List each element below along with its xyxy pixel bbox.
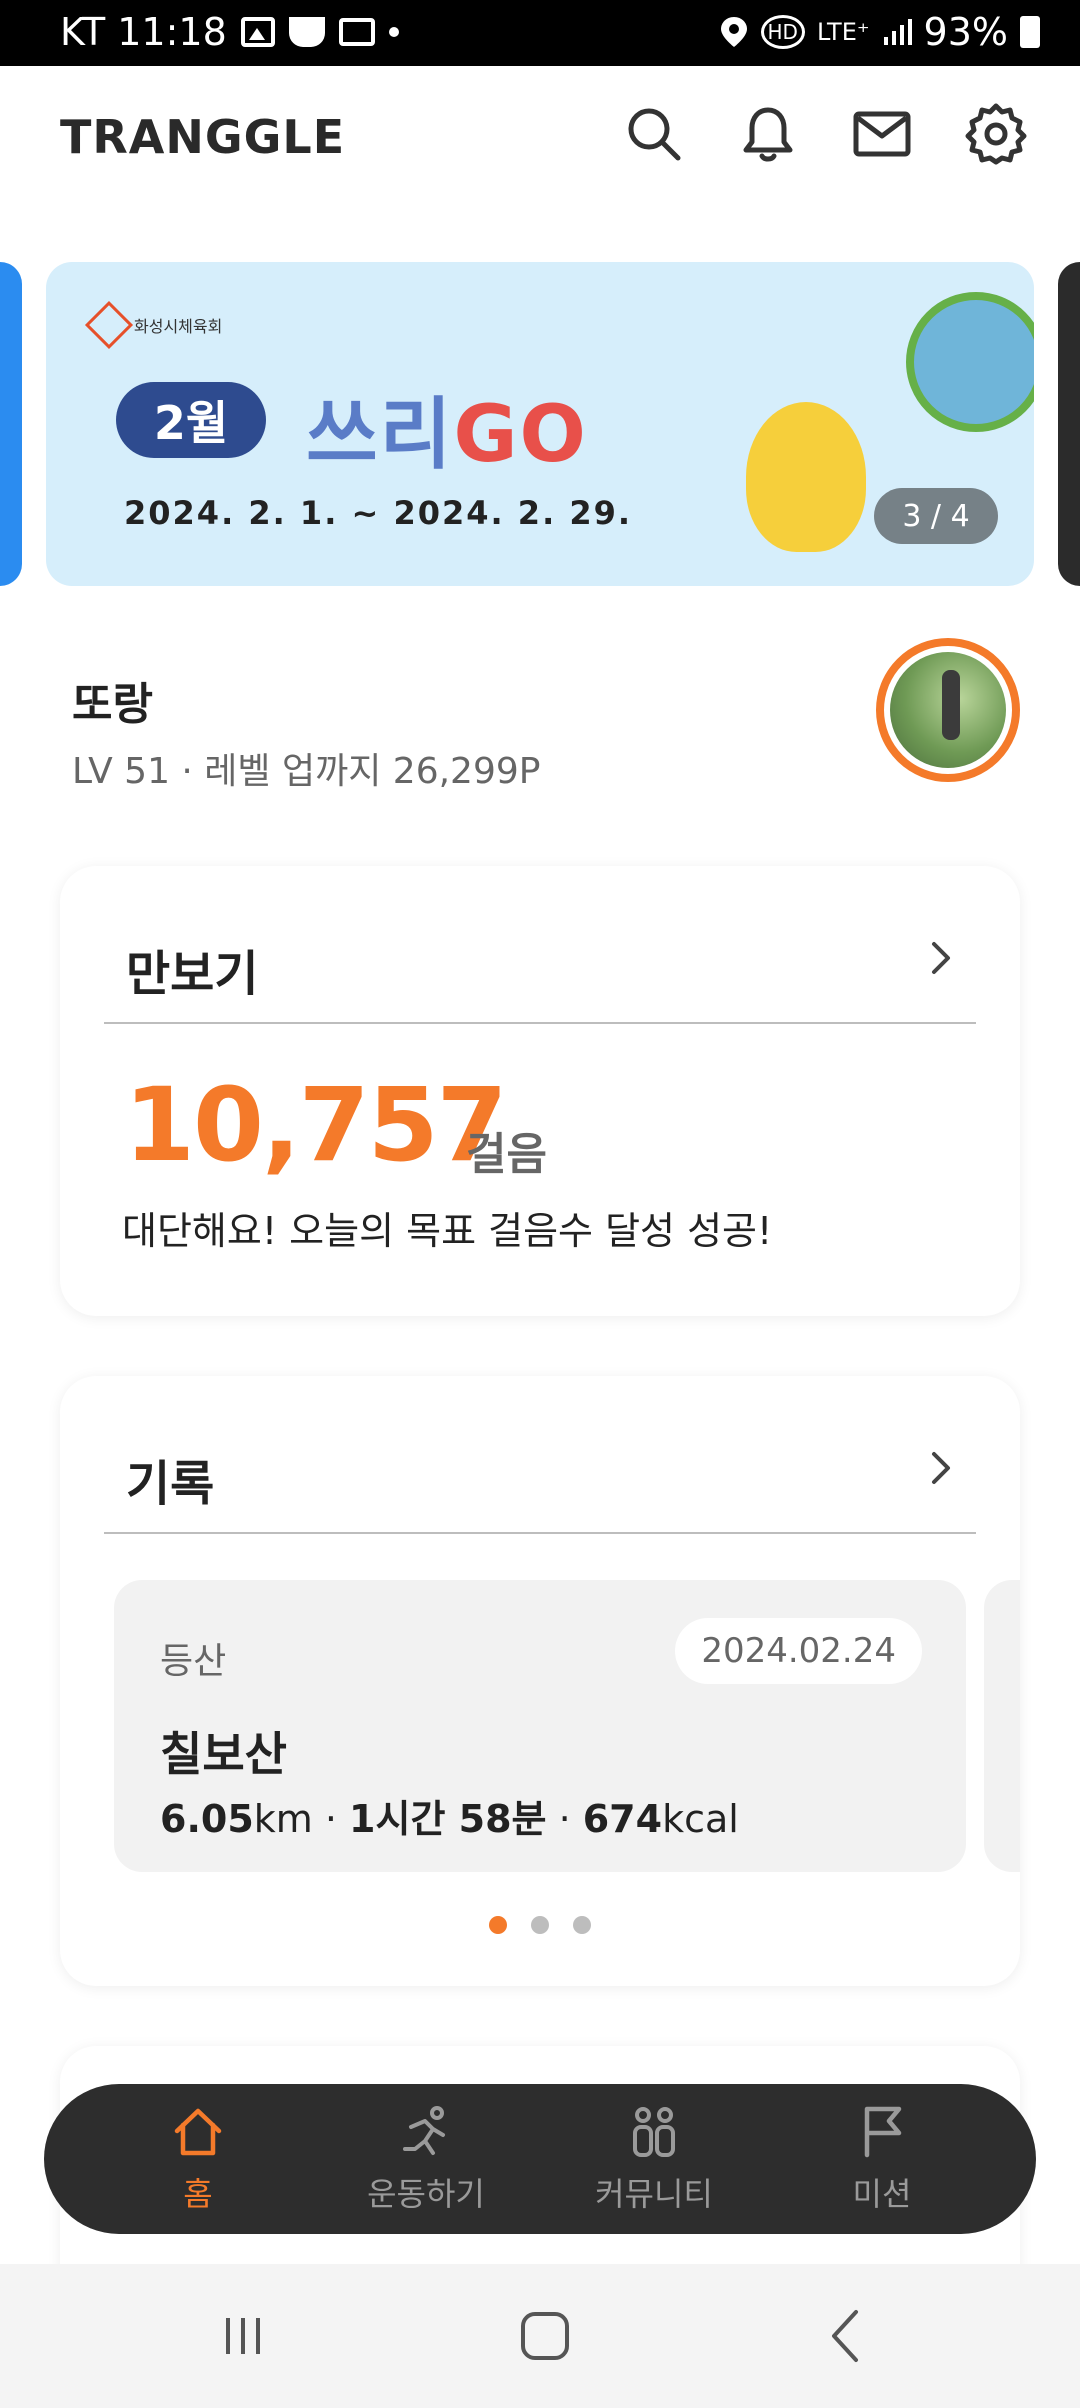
battery-percent: 93%	[923, 10, 1008, 54]
status-bar: KT 11:18 HD LTE⁺ 93%	[0, 0, 1080, 66]
organizer-logo-icon	[84, 300, 134, 350]
signal-icon	[883, 19, 912, 45]
banner-title: 쓰리GO	[306, 372, 588, 484]
banner-slide[interactable]: 화성시체육회 2월 쓰리GO 2024. 2. 1. ~ 2024. 2. 29…	[46, 262, 1034, 586]
cafe-notification-icon	[288, 17, 325, 47]
next-record-peek[interactable]	[984, 1580, 1020, 1872]
nav-home-label: 홈	[183, 2175, 213, 2213]
carrier-time: KT 11:18	[60, 10, 227, 54]
home-icon	[174, 2108, 222, 2156]
profile-level: LV 51 · 레벨 업까지 26,299P	[72, 751, 541, 792]
banner-counter: 3 / 4	[874, 488, 998, 544]
record-list-item[interactable]: 등산 2024.02.24 칠보산 6.05km · 1시간 58분 · 674…	[114, 1580, 966, 1872]
nav-home[interactable]: 홈	[108, 2094, 288, 2224]
banner-title-go: GO	[453, 390, 588, 480]
bottom-navigation: 홈 운동하기 커뮤니티 미션	[44, 2084, 1036, 2234]
mascot-illustration	[746, 402, 866, 552]
record-pagination	[60, 1916, 1020, 1934]
record-card[interactable]: 기록 등산 2024.02.24 칠보산 6.05km · 1시간 58분 · …	[60, 1376, 1020, 1986]
record-duration: 1시간 58분	[349, 1797, 547, 1841]
stat-separator: ·	[312, 1797, 350, 1841]
card-divider	[104, 1532, 976, 1534]
home-button-icon[interactable]	[510, 2304, 580, 2368]
community-icon	[633, 2107, 675, 2157]
record-calories-unit: kcal	[662, 1797, 739, 1841]
profile-name[interactable]: 또랑	[72, 668, 153, 732]
banner-carousel[interactable]: 화성시체육회 2월 쓰리GO 2024. 2. 1. ~ 2024. 2. 29…	[0, 262, 1080, 586]
running-icon	[403, 2106, 445, 2155]
nav-mission[interactable]: 미션	[792, 2094, 972, 2224]
banner-title-prefix: 쓰리	[306, 390, 454, 480]
record-stats: 6.05km · 1시간 58분 · 674kcal	[160, 1788, 739, 1843]
app-header: TRANGGLE	[0, 66, 1080, 212]
banner-month: 2월	[106, 382, 266, 466]
gallery-notification-icon	[240, 17, 275, 47]
nav-mission-label: 미션	[852, 2175, 912, 2213]
status-right: HD LTE⁺ 93%	[719, 10, 1040, 54]
nav-community-label: 커뮤니티	[595, 2175, 713, 2213]
pagination-dot[interactable]	[573, 1916, 591, 1934]
app-logo[interactable]: TRANGGLE	[60, 110, 345, 164]
record-date-badge: 2024.02.24	[675, 1618, 922, 1684]
back-icon[interactable]	[812, 2304, 882, 2368]
network-type: LTE⁺	[816, 18, 870, 46]
pedometer-title: 만보기	[126, 946, 259, 1002]
system-navigation-bar	[0, 2264, 1080, 2408]
more-notifications-dot-icon	[388, 27, 399, 37]
record-activity-type: 등산	[160, 1641, 227, 1682]
next-banner-peek[interactable]	[1058, 262, 1080, 586]
hd-voice-icon: HD	[760, 15, 805, 49]
avatar[interactable]	[876, 638, 1020, 782]
record-place-name: 칠보산	[160, 1727, 287, 1781]
pagination-dot-active[interactable]	[489, 1916, 507, 1934]
gear-icon[interactable]	[964, 102, 1028, 166]
recent-apps-icon[interactable]	[208, 2304, 278, 2368]
stat-separator: ·	[546, 1797, 583, 1841]
nav-exercise[interactable]: 운동하기	[336, 2094, 516, 2224]
card-divider	[104, 1022, 976, 1024]
search-icon[interactable]	[622, 102, 686, 166]
nav-community[interactable]: 커뮤니티	[564, 2094, 744, 2224]
status-left: KT 11:18	[60, 10, 399, 54]
record-calories-value: 674	[582, 1797, 663, 1841]
chevron-right-icon[interactable]	[922, 1448, 958, 1488]
organizer-name: 화성시체육회	[134, 317, 223, 336]
battery-icon	[1020, 16, 1040, 48]
flag-icon	[864, 2106, 902, 2158]
chevron-right-icon[interactable]	[922, 938, 958, 978]
step-goal-message: 대단해요! 오늘의 목표 걸음수 달성 성공!	[122, 1209, 773, 1253]
card-notification-icon	[338, 18, 375, 46]
avatar-photo	[890, 652, 1006, 768]
banner-organizer: 화성시체육회	[84, 300, 223, 350]
record-title: 기록	[126, 1456, 215, 1512]
record-distance-unit: km	[253, 1797, 313, 1841]
banner-dates: 2024. 2. 1. ~ 2024. 2. 29.	[124, 494, 633, 532]
pedometer-card[interactable]: 만보기 10,757 걸음 대단해요! 오늘의 목표 걸음수 달성 성공!	[60, 866, 1020, 1316]
globe-illustration	[906, 292, 1034, 432]
pagination-dot[interactable]	[531, 1916, 549, 1934]
step-count: 10,757	[124, 1066, 508, 1185]
previous-banner-peek[interactable]	[0, 262, 22, 586]
record-distance-value: 6.05	[160, 1797, 254, 1841]
location-icon	[720, 17, 747, 47]
nav-exercise-label: 운동하기	[367, 2175, 485, 2213]
step-unit: 걸음	[466, 1129, 547, 1180]
bell-icon[interactable]	[736, 102, 800, 166]
mail-icon[interactable]	[850, 102, 914, 166]
